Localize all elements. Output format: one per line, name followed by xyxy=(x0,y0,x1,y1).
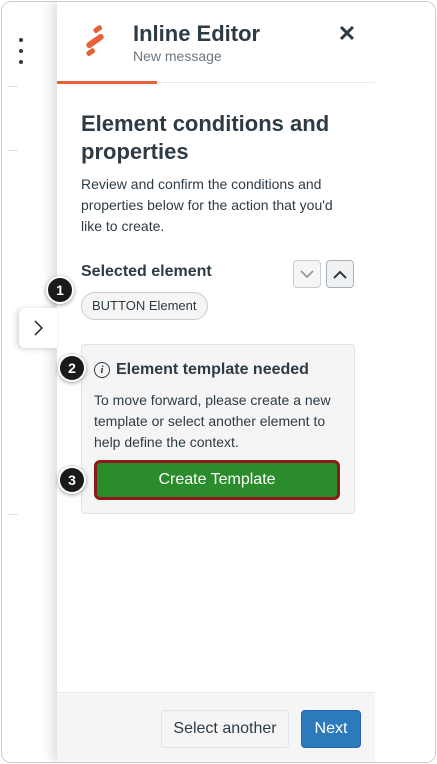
divider xyxy=(8,514,18,515)
collapse-button[interactable] xyxy=(293,260,321,288)
alert-heading: i Element template needed xyxy=(94,361,309,379)
create-template-button[interactable]: Create Template xyxy=(94,460,340,500)
section-title: Element conditions and properties xyxy=(81,111,330,164)
divider xyxy=(8,86,18,87)
kebab-menu-icon[interactable] xyxy=(14,38,28,64)
section-description: Review and confirm the conditions and pr… xyxy=(81,176,333,234)
divider xyxy=(8,150,18,151)
template-needed-alert: i Element template needed To move forwar… xyxy=(81,344,355,514)
chevron-down-icon xyxy=(300,269,314,278)
panel-footer: Select another Next xyxy=(57,692,375,762)
step-badge-3: 3 xyxy=(58,466,86,494)
header-accent-bar xyxy=(57,81,157,84)
close-icon[interactable]: ✕ xyxy=(335,21,359,46)
expand-button[interactable] xyxy=(326,260,354,288)
app-frame: Inline Editor New message ✕ Element cond… xyxy=(1,1,436,763)
select-another-button[interactable]: Select another xyxy=(161,710,289,748)
selected-element-chip[interactable]: BUTTON Element xyxy=(81,292,208,320)
alert-body: To move forward, please create a new tem… xyxy=(94,392,331,450)
selected-element-label: Selected element xyxy=(81,263,212,280)
chevron-up-icon xyxy=(333,270,347,279)
info-icon: i xyxy=(94,362,110,378)
left-strip xyxy=(2,2,57,762)
chevron-right-icon xyxy=(34,320,43,336)
panel-subtitle: New message xyxy=(133,48,222,64)
inline-editor-panel: Inline Editor New message ✕ Element cond… xyxy=(57,2,435,762)
step-badge-2: 2 xyxy=(58,354,86,382)
product-logo-icon xyxy=(86,25,104,56)
next-button[interactable]: Next xyxy=(301,710,361,748)
panel-header: Inline Editor New message ✕ xyxy=(57,2,375,84)
alert-title: Element template needed xyxy=(116,361,309,378)
step-badge-1: 1 xyxy=(46,276,74,304)
panel-title: Inline Editor xyxy=(133,21,261,46)
expand-panel-button[interactable] xyxy=(19,308,57,348)
